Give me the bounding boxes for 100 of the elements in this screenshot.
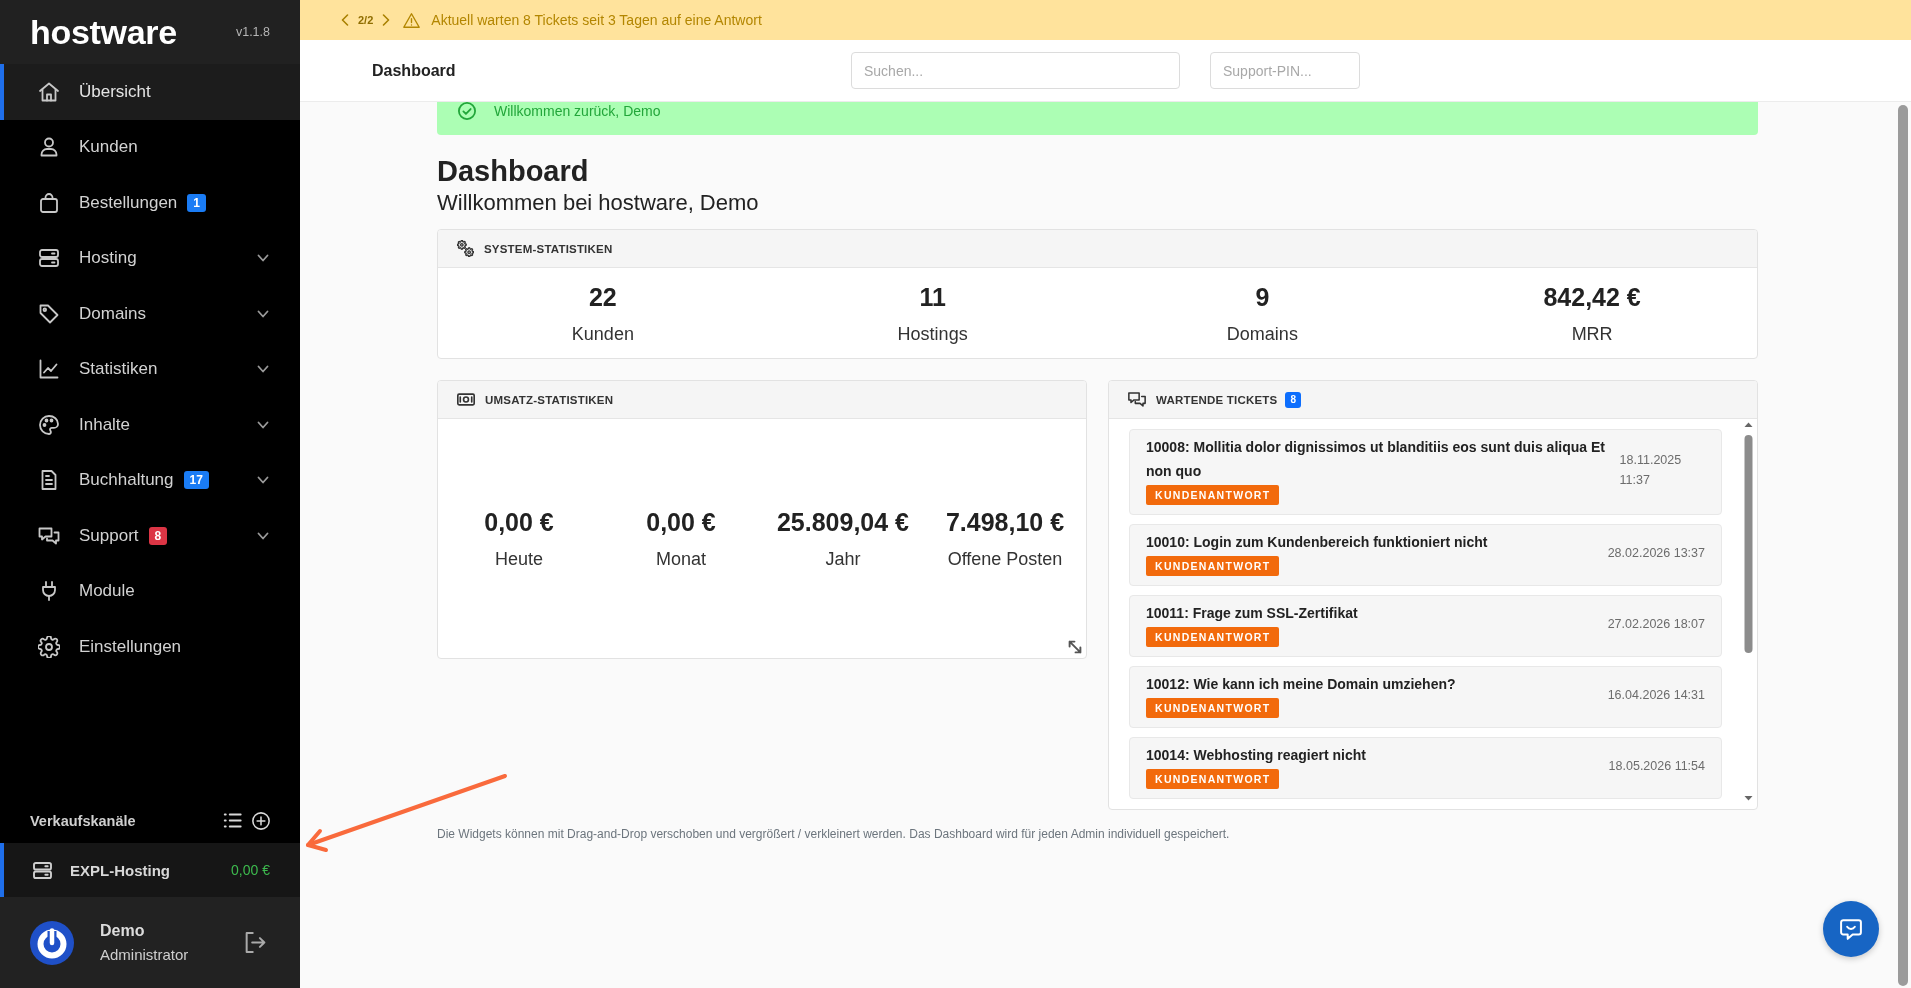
count-badge: 1 xyxy=(187,193,206,212)
welcome-subtitle: Willkommen bei hostware, Demo xyxy=(437,189,760,217)
version-label: v1.1.8 xyxy=(235,25,270,39)
nav-item[interactable]: Bestellungen 1 xyxy=(0,175,300,231)
nav-item[interactable]: Buchhaltung 17 xyxy=(0,452,300,508)
ticket-date: 28.02.2026 13:37 xyxy=(1607,545,1705,562)
list-scrollbar[interactable] xyxy=(1743,422,1754,801)
ticket-date: 27.02.2026 18:07 xyxy=(1607,616,1705,633)
status-tag: KUNDENANTWORT xyxy=(1146,485,1280,505)
home-icon xyxy=(38,80,60,103)
ticket-date: 16.04.2026 14:31 xyxy=(1607,687,1705,704)
ticket-title: 10011: Frage zum SSL-Zertifikat xyxy=(1146,604,1358,623)
stat-label: Kunden xyxy=(571,323,634,346)
sales-channel-item[interactable]: EXPL-Hosting 0,00 € xyxy=(0,843,300,897)
stat-value: 7.498,10 € xyxy=(945,507,1065,538)
logo[interactable]: hostware xyxy=(30,12,177,52)
status-tag: KUNDENANTWORT xyxy=(1146,627,1280,647)
stat-value: 9 xyxy=(1255,282,1270,312)
ticket-item[interactable]: 10014: Webhosting reagiert nicht KUNDENANTWORT 18.05.2026 11:54 xyxy=(1129,737,1722,799)
notice-text: Aktuell warten 8 Tickets seit 3 Tagen auf eine Antwort xyxy=(431,12,762,28)
banknote-icon xyxy=(457,393,475,406)
ticket-title: 10010: Login zum Kundenbereich funktioniert nicht xyxy=(1146,533,1488,552)
nav-item[interactable]: Hosting xyxy=(0,230,300,286)
stat-value: 11 xyxy=(919,282,946,312)
nav-item[interactable]: Statistiken xyxy=(0,341,300,397)
chat-button[interactable] xyxy=(1823,901,1879,957)
stat-value: 22 xyxy=(588,282,617,312)
channel-revenue: 0,00 € xyxy=(231,862,270,878)
stat-value: 842,42 € xyxy=(1543,282,1641,312)
nav-item[interactable]: Übersicht xyxy=(0,64,300,120)
gears-icon xyxy=(457,240,474,257)
server-icon xyxy=(33,861,52,879)
card-title: SYSTEM-STATISTIKEN xyxy=(484,242,613,255)
ticket-title: 10008: Mollitia dolor dignissimos ut blanditiis eos sunt duis aliqua Et non quo xyxy=(1146,438,1606,481)
logout-icon[interactable] xyxy=(245,932,266,953)
nav-item[interactable]: Module xyxy=(0,563,300,619)
chevron-left-icon[interactable] xyxy=(341,14,349,26)
palette-icon xyxy=(38,413,60,436)
warning-icon xyxy=(403,12,421,28)
chevron-down-icon xyxy=(257,420,269,429)
chat-icon xyxy=(1840,918,1862,940)
list-icon[interactable] xyxy=(223,812,242,829)
user-role: Administrator xyxy=(100,946,189,963)
ticket-date: 18.11.2025 11:37 xyxy=(1619,452,1683,489)
count-badge: 17 xyxy=(183,471,209,490)
user-icon xyxy=(38,136,60,159)
stat-label: Heute xyxy=(494,548,543,571)
chevron-down-icon xyxy=(257,254,269,263)
tag-icon xyxy=(38,302,60,325)
ticket-date: 18.05.2026 11:54 xyxy=(1608,758,1705,775)
user-name: Demo xyxy=(100,922,146,940)
resize-icon[interactable] xyxy=(1068,640,1082,654)
section-title: Verkaufskanäle xyxy=(30,813,136,829)
nav-item[interactable]: Kunden xyxy=(0,119,300,175)
status-tag: KUNDENANTWORT xyxy=(1146,698,1280,718)
nav-item[interactable]: Einstellungen xyxy=(0,619,300,675)
nav-item[interactable]: Inhalte xyxy=(0,397,300,453)
chevron-down-icon xyxy=(257,531,269,540)
stat-label: Offene Posten xyxy=(947,548,1063,571)
ticket-item[interactable]: 10010: Login zum Kundenbereich funktioniert nicht KUNDENANTWORT 28.02.2026 13:37 xyxy=(1129,524,1722,586)
chevron-down-icon xyxy=(257,476,269,485)
alert-message: Willkommen zurück, Demo xyxy=(494,102,661,120)
search-field[interactable]: Suchen... xyxy=(851,52,1180,89)
chevron-down-icon xyxy=(257,309,269,318)
page-scrollbar[interactable] xyxy=(1898,105,1908,986)
stat-value: 0,00 € xyxy=(646,507,716,538)
stat-label: Hostings xyxy=(897,323,968,346)
stat-value: 25.809,04 € xyxy=(776,507,910,538)
nav-item[interactable]: Support 8 xyxy=(0,508,300,564)
status-tag: KUNDENANTWORT xyxy=(1146,769,1280,789)
ticket-title: 10012: Wie kann ich meine Domain umziehen? xyxy=(1146,675,1456,694)
stat-label: MRR xyxy=(1571,323,1613,346)
line-chart-icon xyxy=(38,358,60,381)
stat-label: Jahr xyxy=(825,548,861,571)
chat-bubbles-icon xyxy=(1128,392,1146,407)
ticket-item[interactable]: 10012: Wie kann ich meine Domain umziehen? KUNDENANTWORT 16.04.2026 14:31 xyxy=(1129,666,1722,728)
settings-icon xyxy=(38,635,60,658)
add-circle-icon[interactable] xyxy=(252,812,270,830)
count-badge: 8 xyxy=(1285,391,1301,408)
chevron-down-icon xyxy=(257,365,269,374)
stat-label: Monat xyxy=(656,548,706,571)
check-circle-icon xyxy=(458,102,476,120)
ticket-item[interactable]: 10011: Frage zum SSL-Zertifikat KUNDENANTWORT 27.02.2026 18:07 xyxy=(1129,595,1722,657)
hint-text: Die Widgets können mit Drag-and-Drop verschoben und vergrößert / verkleinert werden. Das Dashboard wird für jeden Admin individuell gespeichert. xyxy=(437,826,1231,842)
stat-label: Domains xyxy=(1226,323,1298,346)
support-pin-field[interactable]: Support-PIN... xyxy=(1210,52,1360,89)
card-title: WARTENDE TICKETS xyxy=(1156,393,1278,406)
ticket-title: 10014: Webhosting reagiert nicht xyxy=(1146,746,1366,765)
nav-item[interactable]: Domains xyxy=(0,286,300,342)
ticket-item[interactable]: 10008: Mollitia dolor dignissimos ut blanditiis eos sunt duis aliqua Et non quo KUNDENANTWORT 18.11.2025 11:37 xyxy=(1129,429,1722,515)
status-tag: KUNDENANTWORT xyxy=(1146,556,1280,576)
shopping-bag-icon xyxy=(38,191,60,214)
pager-count: 2/2 xyxy=(358,14,374,26)
page-title: Dashboard xyxy=(372,61,457,80)
chevron-right-icon[interactable] xyxy=(382,14,391,26)
page-heading: Dashboard xyxy=(437,154,590,189)
server-icon xyxy=(38,247,60,270)
power-avatar-icon xyxy=(30,920,74,965)
count-badge: 8 xyxy=(148,526,168,545)
card-title: UMSATZ-STATISTIKEN xyxy=(485,393,614,406)
